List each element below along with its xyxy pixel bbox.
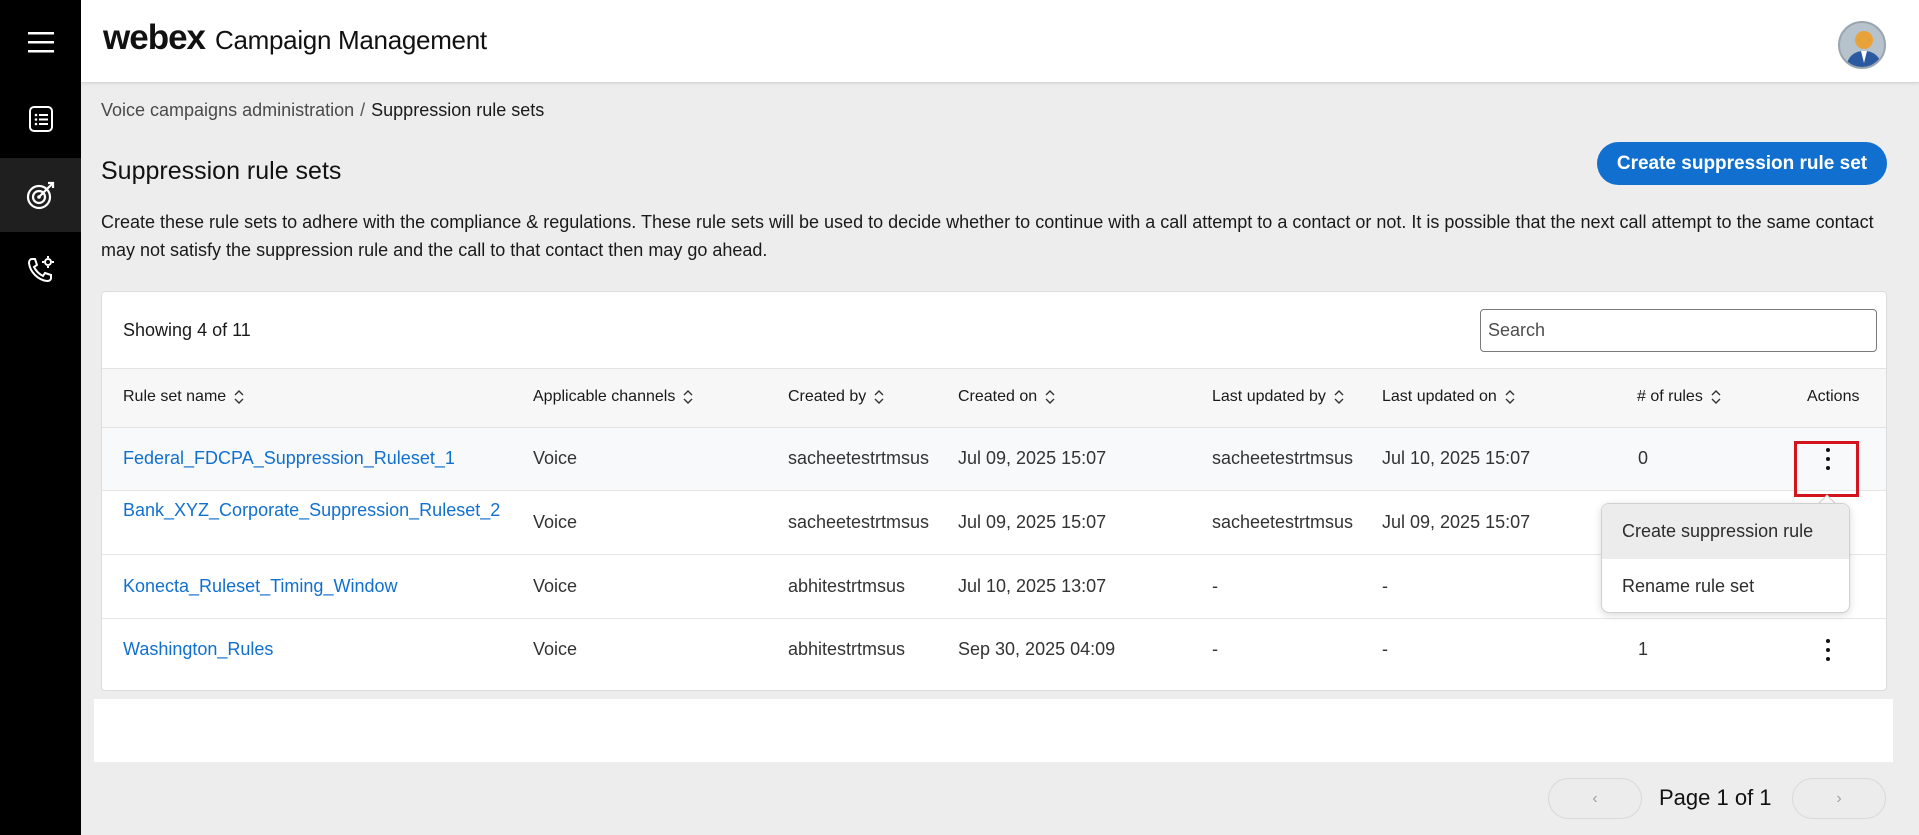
applicable-channels-cell: Voice: [533, 639, 578, 659]
created-by-cell: sacheetestrtmsus: [788, 448, 930, 468]
last-updated-on-cell: -: [1382, 639, 1388, 659]
sort-icon: [1505, 390, 1515, 404]
column-header-actions: Actions: [1807, 388, 1859, 406]
rule-set-name-link[interactable]: Federal_FDCPA_Suppression_Ruleset_1: [123, 448, 455, 469]
last-updated-by-cell: -: [1212, 576, 1218, 596]
column-label: Created by: [788, 388, 867, 405]
column-label: Last updated by: [1212, 388, 1326, 405]
sort-icon: [1334, 390, 1344, 404]
showing-label: Showing: [123, 320, 193, 340]
menu-button[interactable]: [0, 5, 81, 79]
last-updated-on-cell: -: [1382, 576, 1388, 596]
table-row: Washington_Rules Voice abhitestrtmsus Se…: [102, 619, 1886, 682]
nav-campaigns-list[interactable]: [0, 82, 81, 156]
nav-voice-settings[interactable]: [0, 232, 81, 306]
rules-count-cell: 0: [1638, 448, 1649, 468]
column-label: Rule set name: [123, 388, 227, 405]
sort-icon: [874, 390, 884, 404]
next-page-button[interactable]: ›: [1792, 778, 1886, 819]
last-updated-on-cell: Jul 10, 2025 15:07: [1382, 448, 1531, 468]
row-actions-menu: Create suppression rule Rename rule set: [1601, 503, 1850, 613]
nav-targets[interactable]: [0, 158, 81, 232]
left-nav-rail: [0, 0, 81, 835]
last-updated-by-cell: sacheetestrtmsus: [1212, 512, 1354, 532]
table-row: Federal_FDCPA_Suppression_Ruleset_1 Voic…: [102, 428, 1886, 491]
showing-count: Showing 4 of 11: [123, 320, 251, 341]
breadcrumb-separator: /: [360, 100, 366, 120]
breadcrumb: Voice campaigns administration / Suppressi…: [101, 100, 544, 121]
rule-set-name-link[interactable]: Bank_XYZ_Corporate_Suppression_Ruleset_2: [123, 497, 513, 523]
applicable-channels-cell: Voice: [533, 576, 578, 596]
breadcrumb-parent-link[interactable]: Voice campaigns administration: [101, 100, 354, 120]
menu-item-create-suppression-rule[interactable]: Create suppression rule: [1602, 504, 1849, 559]
brand: webex Campaign Management: [103, 18, 487, 58]
page-title: Suppression rule sets: [101, 157, 342, 185]
target-icon: [26, 181, 54, 210]
rule-sets-table-card: Showing 4 of 11 Rule set name Applicable…: [101, 291, 1887, 691]
table-header: Rule set name Applicable channels Create…: [102, 368, 1886, 428]
column-header-created-by[interactable]: Created by: [788, 388, 884, 406]
sort-icon: [234, 390, 244, 404]
search-input[interactable]: [1480, 309, 1877, 352]
page-description: Create these rule sets to adhere with th…: [101, 212, 1874, 260]
kebab-dot: [1826, 657, 1830, 661]
create-suppression-rule-set-button[interactable]: Create suppression rule set: [1597, 142, 1887, 185]
breadcrumb-current: Suppression rule sets: [371, 100, 545, 120]
footer-band: [94, 699, 1893, 762]
column-header-last-updated-by[interactable]: Last updated by: [1212, 388, 1344, 406]
column-header-last-updated-on[interactable]: Last updated on: [1382, 388, 1515, 406]
created-by-cell: abhitestrtmsus: [788, 576, 906, 596]
action-button-highlight: [1794, 441, 1859, 497]
created-by-cell: abhitestrtmsus: [788, 639, 906, 659]
column-header-number-of-rules[interactable]: # of rules: [1637, 388, 1721, 406]
last-updated-on-cell: Jul 09, 2025 15:07: [1382, 512, 1531, 532]
last-updated-by-cell: sacheetestrtmsus: [1212, 448, 1354, 468]
phone-settings-icon: [27, 256, 54, 283]
page-indicator: Page 1 of 1: [1659, 785, 1772, 810]
user-avatar-button[interactable]: [1838, 21, 1886, 69]
column-header-created-on[interactable]: Created on: [958, 388, 1055, 406]
row-actions-button[interactable]: [1818, 632, 1838, 668]
previous-page-button[interactable]: ‹: [1548, 778, 1642, 819]
rules-count-cell: 1: [1638, 639, 1649, 659]
list-icon: [28, 106, 53, 132]
webex-logo: webex: [103, 18, 206, 57]
rule-set-name-link[interactable]: Konecta_Ruleset_Timing_Window: [123, 576, 397, 597]
column-label: Last updated on: [1382, 388, 1497, 405]
app-title: Campaign Management: [215, 25, 487, 55]
showing-total: of 11: [212, 320, 251, 340]
sort-icon: [1711, 390, 1721, 404]
sort-icon: [1045, 390, 1055, 404]
created-by-cell: sacheetestrtmsus: [788, 512, 930, 532]
menu-icon: [27, 32, 54, 53]
kebab-dot: [1826, 648, 1830, 652]
created-on-cell: Sep 30, 2025 04:09: [958, 639, 1116, 659]
created-on-cell: Jul 09, 2025 15:07: [958, 448, 1107, 468]
kebab-dot: [1826, 639, 1830, 643]
rule-set-name-link[interactable]: Washington_Rules: [123, 639, 273, 660]
showing-number: 4: [197, 320, 208, 340]
column-label: Created on: [958, 388, 1038, 405]
user-avatar-icon: [1846, 31, 1882, 67]
app-header: webex Campaign Management: [81, 0, 1919, 83]
column-label: Applicable channels: [533, 388, 676, 405]
created-on-cell: Jul 09, 2025 15:07: [958, 512, 1107, 532]
column-label: # of rules: [1637, 388, 1703, 405]
last-updated-by-cell: -: [1212, 639, 1218, 659]
sort-icon: [683, 390, 693, 404]
applicable-channels-cell: Voice: [533, 512, 578, 532]
column-header-rule-set-name[interactable]: Rule set name: [123, 388, 244, 406]
column-label: Actions: [1807, 388, 1860, 405]
applicable-channels-cell: Voice: [533, 448, 578, 468]
column-header-applicable-channels[interactable]: Applicable channels: [533, 388, 693, 406]
menu-item-rename-rule-set[interactable]: Rename rule set: [1602, 559, 1849, 614]
created-on-cell: Jul 10, 2025 13:07: [958, 576, 1107, 596]
